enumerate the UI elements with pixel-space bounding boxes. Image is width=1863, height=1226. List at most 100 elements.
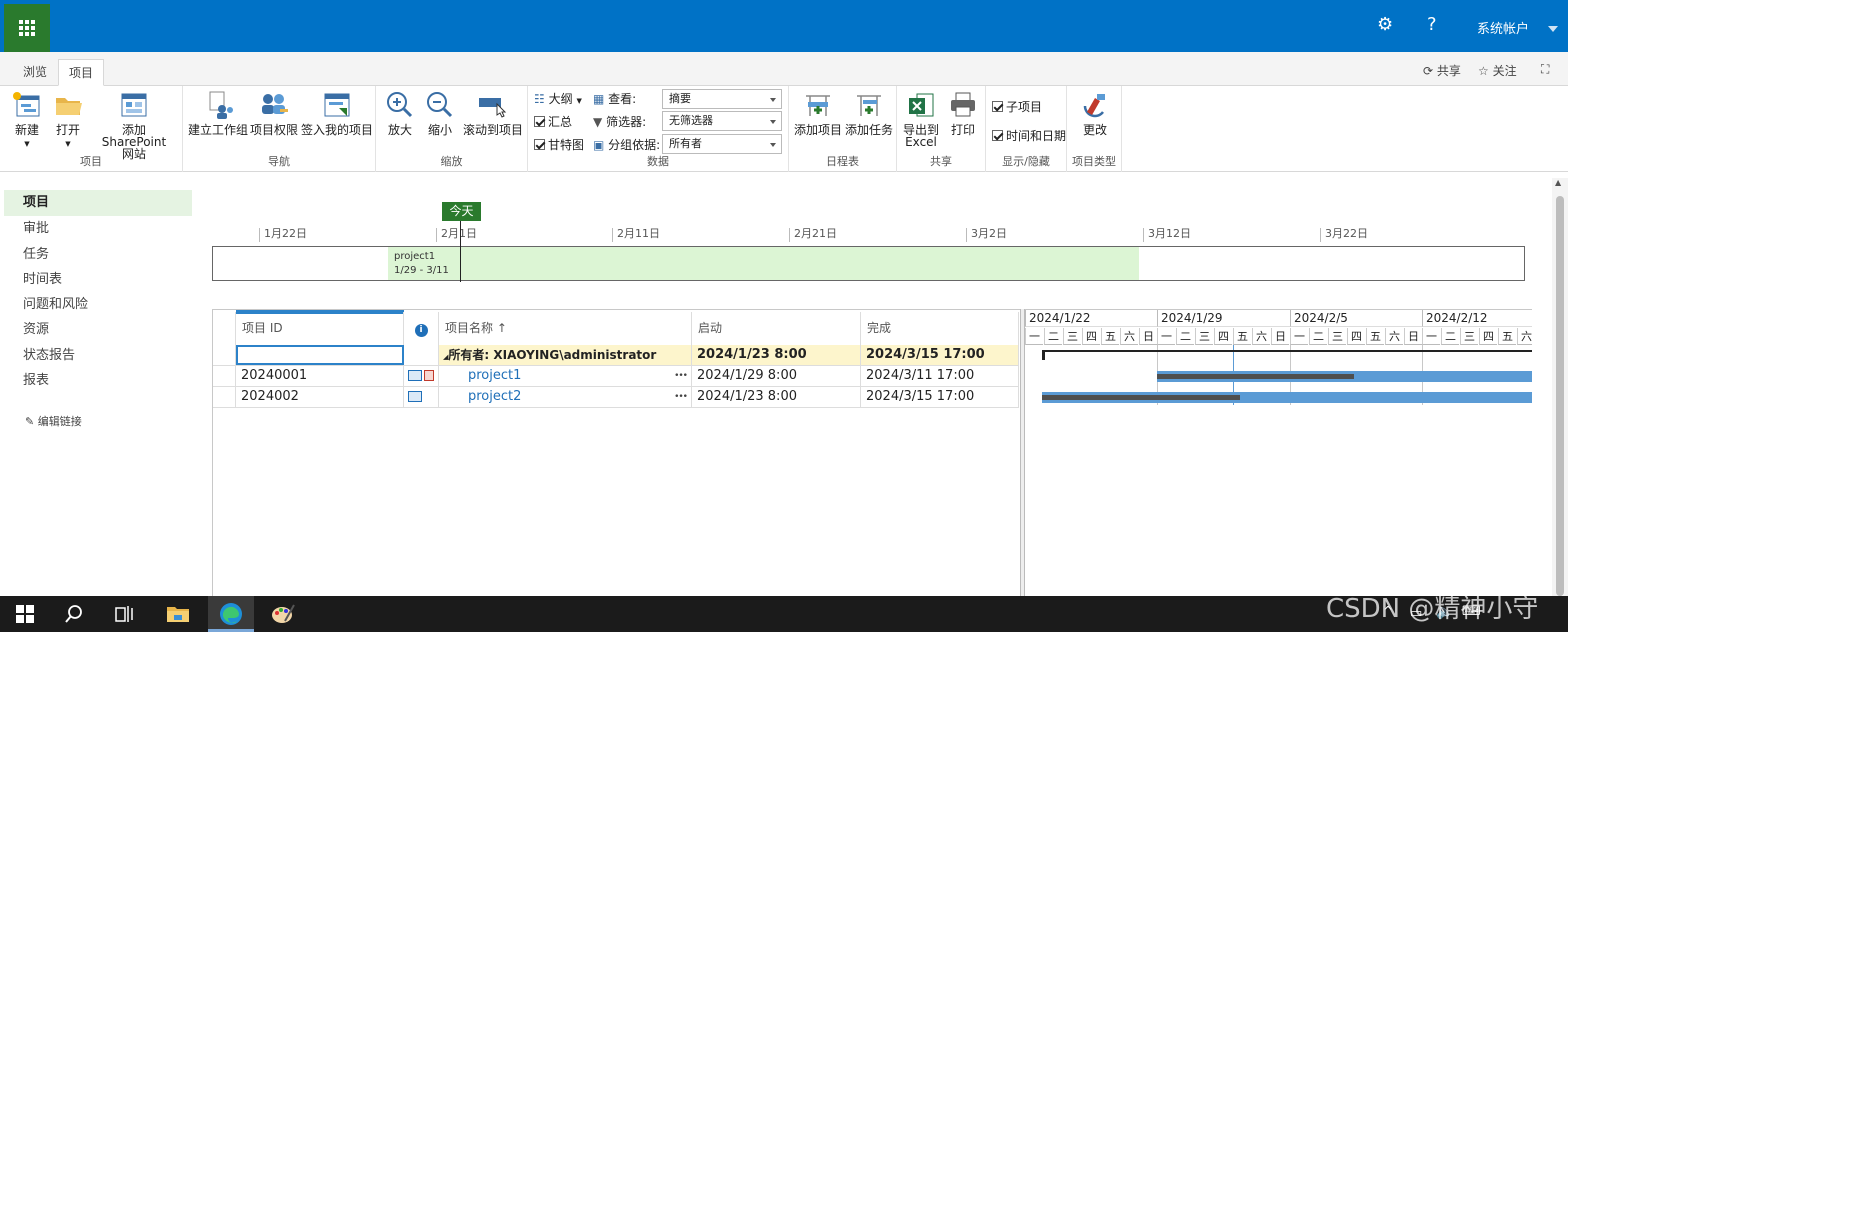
- view-select[interactable]: 摘要: [662, 89, 782, 109]
- time-date-checkbox[interactable]: [992, 130, 1003, 141]
- nav-item-status-reports[interactable]: 状态报告: [4, 343, 192, 369]
- add-task-button[interactable]: 添加任务: [844, 90, 894, 136]
- paint-button[interactable]: [260, 596, 306, 632]
- cell-id-selected[interactable]: [236, 345, 404, 365]
- nav-item-resources[interactable]: 资源: [4, 317, 192, 343]
- gantt-day: 六: [1252, 328, 1270, 345]
- cell-start[interactable]: 2024/1/23 8:00: [692, 345, 861, 365]
- start-button[interactable]: [2, 596, 48, 632]
- row-header[interactable]: [213, 387, 236, 407]
- scrollbar-thumb[interactable]: [1556, 196, 1564, 596]
- gantt-chart[interactable]: 2024/1/22 2024/1/29 2024/2/5 2024/2/12 一…: [1025, 309, 1532, 596]
- edit-links-button[interactable]: ✎ 编辑链接: [25, 413, 82, 429]
- column-header-indicators[interactable]: i: [404, 312, 439, 346]
- edge-browser-button[interactable]: [208, 596, 254, 632]
- calendar-icon: [424, 370, 434, 381]
- search-button[interactable]: [51, 596, 97, 632]
- cell-name[interactable]: project1 •••: [439, 366, 692, 386]
- row-header[interactable]: [213, 366, 236, 386]
- project-link[interactable]: project2: [468, 389, 521, 404]
- open-button[interactable]: 打开 ▼: [50, 90, 86, 150]
- group-label: 项目: [80, 155, 102, 168]
- subitems-toggle[interactable]: 子项目: [992, 98, 1042, 115]
- gantt-day: 一: [1157, 328, 1175, 345]
- column-header-start[interactable]: 启动: [692, 312, 861, 346]
- follow-link[interactable]: ☆ 关注: [1478, 62, 1517, 79]
- page-scrollbar[interactable]: ▲: [1552, 178, 1568, 596]
- column-header-id[interactable]: 项目 ID: [236, 312, 404, 346]
- taskbar-clock[interactable]: 1:2 2024/2/2: [1484, 1196, 1538, 1226]
- gantt-day: 四: [1082, 328, 1100, 345]
- column-header-name[interactable]: 项目名称 ↑: [439, 312, 692, 346]
- change-button[interactable]: 更改: [1075, 90, 1115, 136]
- group-by-select[interactable]: 所有者: [662, 134, 782, 154]
- cell-finish[interactable]: 2024/3/11 17:00: [861, 366, 1019, 386]
- tab-browse[interactable]: 浏览: [13, 59, 57, 86]
- project-link[interactable]: project1: [468, 368, 521, 383]
- gantt-toggle[interactable]: 甘特图: [534, 136, 584, 153]
- table-row-summary[interactable]: ◢所有者: XIAOYING\administrator 2024/1/23 8…: [213, 345, 1019, 366]
- task-view-button[interactable]: [102, 596, 148, 632]
- time-date-toggle[interactable]: 时间和日期: [992, 127, 1066, 144]
- subitems-checkbox[interactable]: [992, 101, 1003, 112]
- app-launcher-button[interactable]: [4, 4, 50, 52]
- timeline-project-bar[interactable]: project1 1/29 - 3/11: [388, 247, 1139, 280]
- cell-id[interactable]: 20240001: [236, 366, 404, 386]
- zoom-in-button[interactable]: 放大: [382, 90, 418, 136]
- table-row[interactable]: 2024002 project2 ••• 2024/1/23 8:00 2024/…: [213, 387, 1019, 408]
- today-marker: 今天: [442, 202, 481, 221]
- summary-toggle[interactable]: 汇总: [534, 113, 572, 130]
- nav-item-tasks[interactable]: 任务: [4, 242, 192, 268]
- tab-project[interactable]: 项目: [58, 59, 105, 86]
- outline-button[interactable]: ☷ 大纲 ▼: [534, 90, 582, 107]
- summary-checkbox[interactable]: [534, 116, 545, 127]
- build-team-button[interactable]: 建立工作组: [188, 90, 248, 136]
- timeline[interactable]: 今天 1月22日 2月1日 2月11日 2月21日 3月2日 3月12日 3月2…: [212, 195, 1528, 295]
- edge-icon: [220, 603, 242, 625]
- file-explorer-button[interactable]: [155, 596, 201, 632]
- gantt-checkbox[interactable]: [534, 139, 545, 150]
- cell-indicators: [404, 345, 439, 365]
- print-button[interactable]: 打印: [945, 90, 981, 136]
- table-row[interactable]: 20240001 project1 ••• 2024/1/29 8:00 2024…: [213, 366, 1019, 387]
- cell-start[interactable]: 2024/1/29 8:00: [692, 366, 861, 386]
- group-label: 显示/隐藏: [1002, 155, 1050, 168]
- column-header-finish[interactable]: 完成: [861, 312, 1019, 346]
- nav-item-timesheet[interactable]: 时间表: [4, 267, 192, 293]
- ellipsis-menu-icon[interactable]: •••: [674, 387, 688, 407]
- nav-item-projects[interactable]: 项目: [4, 190, 192, 216]
- share-link[interactable]: ⟳ 共享: [1423, 62, 1461, 79]
- settings-gear-icon[interactable]: ⚙: [1377, 14, 1393, 35]
- change-icon: [1083, 94, 1105, 118]
- suite-bar: ⚙ ? 系统帐户: [0, 0, 1568, 52]
- gantt-day: 五: [1233, 328, 1251, 345]
- add-project-button[interactable]: 添加项目: [793, 90, 843, 136]
- nav-item-approvals[interactable]: 审批: [4, 216, 192, 242]
- help-icon[interactable]: ?: [1427, 14, 1437, 35]
- focus-mode-icon[interactable]: ⛶: [1541, 62, 1549, 77]
- filter-select[interactable]: 无筛选器: [662, 111, 782, 131]
- export-excel-button[interactable]: 导出到 Excel: [901, 90, 941, 148]
- cell-id[interactable]: 2024002: [236, 387, 404, 407]
- cell-group-owner[interactable]: ◢所有者: XIAOYING\administrator: [439, 345, 692, 365]
- nav-item-reports[interactable]: 报表: [4, 368, 192, 394]
- check-in-projects-button[interactable]: 签入我的项目: [301, 90, 373, 136]
- cell-finish[interactable]: 2024/3/15 17:00: [861, 387, 1019, 407]
- add-sharepoint-site-button[interactable]: 添加 SharePoint 网站: [90, 90, 178, 160]
- cell-name[interactable]: project2 •••: [439, 387, 692, 407]
- nav-item-issues-risks[interactable]: 问题和风险: [4, 292, 192, 318]
- ellipsis-menu-icon[interactable]: •••: [674, 366, 688, 386]
- zoom-out-button[interactable]: 缩小: [422, 90, 458, 136]
- new-button[interactable]: 新建 ▼: [8, 90, 46, 150]
- cell-start[interactable]: 2024/1/23 8:00: [692, 387, 861, 407]
- scroll-up-icon[interactable]: ▲: [1555, 178, 1561, 187]
- account-dropdown-icon[interactable]: [1548, 26, 1558, 32]
- cell-finish[interactable]: 2024/3/15 17:00: [861, 345, 1019, 365]
- open-folder-icon: [56, 98, 82, 115]
- timeline-tick: 2月1日: [436, 228, 477, 242]
- project-permissions-button[interactable]: 项目权限: [249, 90, 299, 136]
- gantt-summary-bar[interactable]: [1042, 350, 1532, 352]
- printer-icon: [951, 92, 975, 117]
- account-name[interactable]: 系统帐户: [1477, 18, 1529, 37]
- scroll-to-project-button[interactable]: 滚动到项目: [462, 90, 524, 136]
